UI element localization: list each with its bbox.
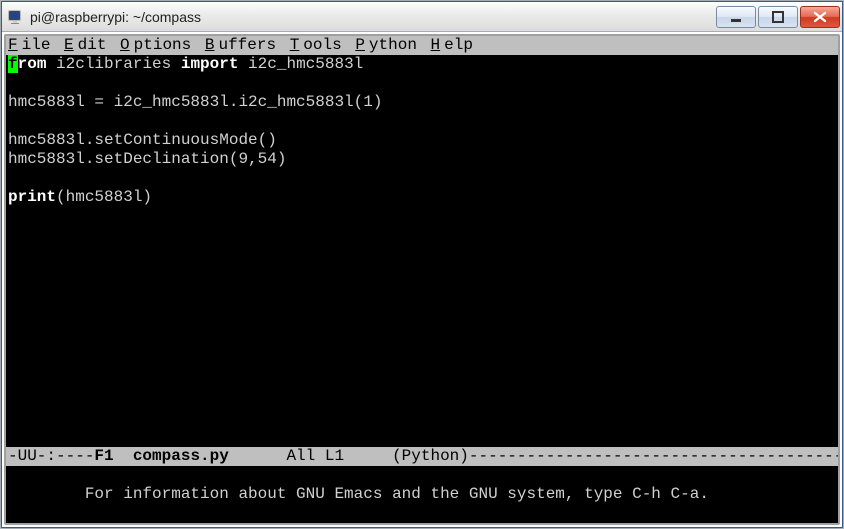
window-controls <box>714 6 840 28</box>
editor-area[interactable]: from i2clibraries import i2c_hmc5883l hm… <box>6 55 840 447</box>
app-icon <box>8 9 24 25</box>
menu-item-help[interactable]: Help <box>431 36 487 55</box>
window-frame: pi@raspberrypi: ~/compass File Edit Opti… <box>1 1 843 528</box>
code-line: hmc5883l.setDeclination(9,54) <box>8 150 840 169</box>
code-line <box>8 112 840 131</box>
menu-item-options[interactable]: Options <box>120 36 205 55</box>
minimize-button[interactable] <box>716 6 756 28</box>
emacs-terminal: File Edit Options Buffers Tools Python H… <box>6 36 840 523</box>
emacs-menubar[interactable]: File Edit Options Buffers Tools Python H… <box>6 36 840 55</box>
titlebar[interactable]: pi@raspberrypi: ~/compass <box>2 2 842 32</box>
menu-item-buffers[interactable]: Buffers <box>205 36 290 55</box>
close-button[interactable] <box>800 6 840 28</box>
minibuffer-text: For information about GNU Emacs and the … <box>85 485 709 503</box>
code-line <box>8 74 840 93</box>
code-line <box>8 169 840 188</box>
menu-item-tools[interactable]: Tools <box>290 36 356 55</box>
menu-item-edit[interactable]: Edit <box>64 36 120 55</box>
maximize-button[interactable] <box>758 6 798 28</box>
window-title: pi@raspberrypi: ~/compass <box>30 9 714 25</box>
mode-line: -UU-:----F1 compass.py All L1 (Python)--… <box>6 447 840 466</box>
code-line: from i2clibraries import i2c_hmc5883l <box>8 55 840 74</box>
menu-item-file[interactable]: File <box>8 36 64 55</box>
minibuffer: For information about GNU Emacs and the … <box>6 466 840 523</box>
code-line: print(hmc5883l) <box>8 188 840 207</box>
menu-item-python[interactable]: Python <box>355 36 430 55</box>
code-line: hmc5883l = i2c_hmc5883l.i2c_hmc5883l(1) <box>8 93 840 112</box>
client-area: File Edit Options Buffers Tools Python H… <box>4 34 840 525</box>
code-line: hmc5883l.setContinuousMode() <box>8 131 840 150</box>
